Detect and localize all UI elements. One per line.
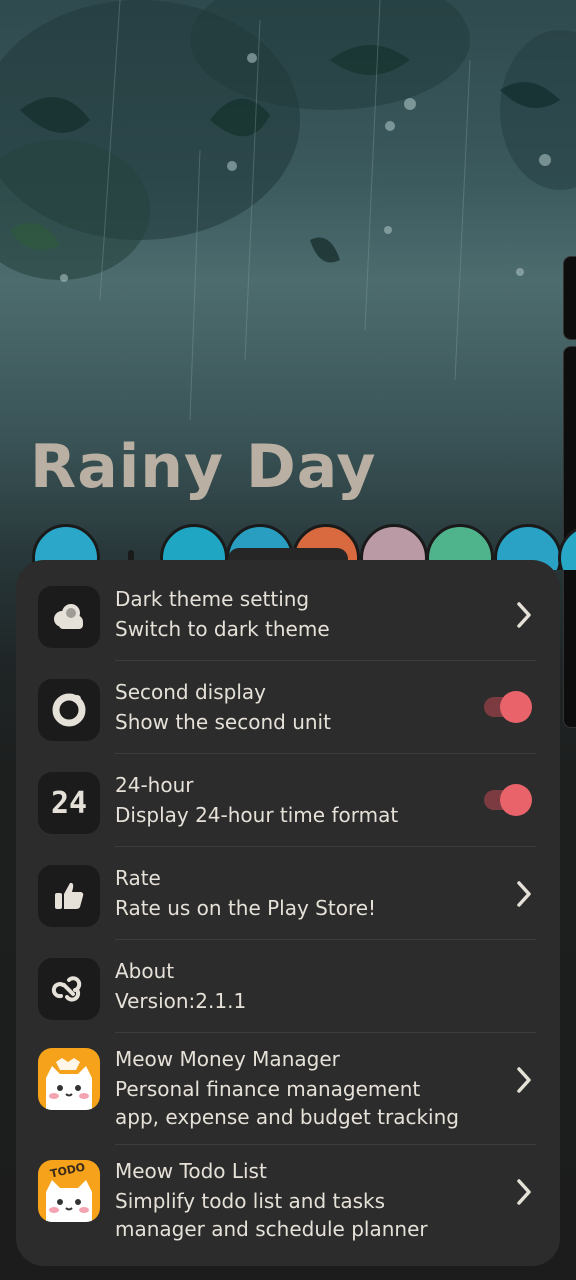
- settings-sheet: Dark theme setting Switch to dark theme …: [16, 560, 560, 1266]
- chevron-right-icon[interactable]: [514, 1065, 534, 1095]
- cloud-icon: [38, 586, 100, 648]
- promo-meow-todo-list[interactable]: TODO Meow Todo List Simplify todo list a…: [16, 1159, 560, 1256]
- chevron-right-icon[interactable]: [514, 879, 534, 909]
- promo-title: Meow Todo List: [115, 1159, 267, 1183]
- setting-second-display[interactable]: Second display Show the second unit: [16, 677, 560, 753]
- toggle-knob: [500, 691, 532, 723]
- setting-subtitle: Show the second unit: [115, 710, 331, 734]
- setting-24-hour[interactable]: 24 24-hour Display 24-hour time format: [16, 770, 560, 846]
- ring-icon: [38, 679, 100, 741]
- chevron-right-icon[interactable]: [514, 1177, 534, 1207]
- setting-title: Dark theme setting: [115, 587, 310, 611]
- promo-subtitle: Simplify todo list and tasks: [115, 1189, 386, 1213]
- setting-about[interactable]: About Version:2.1.1: [16, 956, 560, 1032]
- theme-thumbnail[interactable]: [558, 524, 576, 570]
- 24-icon-text: 24: [50, 785, 88, 821]
- setting-subtitle: Rate us on the Play Store!: [115, 896, 377, 920]
- page-title: Rainy Day: [30, 432, 377, 502]
- link-logo-icon: [38, 958, 100, 1020]
- promo-subtitle-line2: app, expense and budget tracking: [115, 1105, 459, 1129]
- toggle-knob: [500, 784, 532, 816]
- divider: [115, 1144, 536, 1145]
- divider: [115, 939, 536, 940]
- side-edge-panel: [563, 256, 576, 340]
- 24-hour-toggle[interactable]: [484, 780, 532, 820]
- setting-rate[interactable]: Rate Rate us on the Play Store!: [16, 863, 560, 939]
- divider: [115, 660, 536, 661]
- setting-dark-theme[interactable]: Dark theme setting Switch to dark theme: [16, 584, 560, 660]
- setting-title: About: [115, 959, 175, 983]
- promo-meow-money-manager[interactable]: Meow Money Manager Personal finance mana…: [16, 1047, 560, 1144]
- promo-subtitle-line2: manager and schedule planner: [115, 1217, 428, 1241]
- setting-title: Rate: [115, 866, 161, 890]
- version-text: Version:2.1.1: [115, 989, 247, 1013]
- promo-subtitle: Personal finance management: [115, 1077, 421, 1101]
- cat-app-icon: [38, 1048, 100, 1110]
- thumbs-up-icon: [38, 865, 100, 927]
- 24-icon: 24: [38, 772, 100, 834]
- divider: [115, 753, 536, 754]
- setting-title: 24-hour: [115, 773, 194, 797]
- promo-title: Meow Money Manager: [115, 1047, 340, 1071]
- divider: [115, 846, 536, 847]
- setting-subtitle: Display 24-hour time format: [115, 803, 399, 827]
- chevron-right-icon[interactable]: [514, 600, 534, 630]
- divider: [115, 1032, 536, 1033]
- setting-title: Second display: [115, 680, 266, 704]
- setting-subtitle: Switch to dark theme: [115, 617, 330, 641]
- cat-todo-app-icon: TODO: [38, 1160, 100, 1222]
- second-display-toggle[interactable]: [484, 687, 532, 727]
